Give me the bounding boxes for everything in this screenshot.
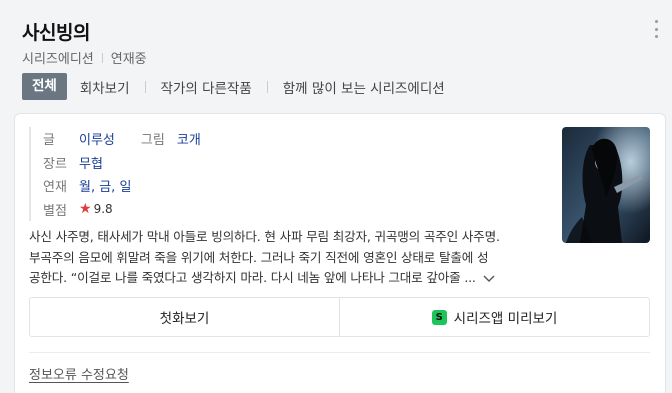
rating-label: 별점	[43, 203, 67, 219]
genre-link[interactable]: 무협	[79, 153, 103, 172]
info-list: 글 이루성 그림 코개 장르 무협 연재 월, 금, 일 별점 ★ 9.8	[29, 127, 549, 221]
first-episode-button[interactable]: 첫화보기	[30, 298, 339, 336]
genre-label: 장르	[43, 156, 67, 172]
tab-bar: 전체 회차보기 작가의 다른작품 함께 많이 보는 시리즈에디션	[22, 73, 445, 100]
schedule-row: 연재 월, 금, 일	[43, 174, 549, 198]
genre-row: 장르 무협	[43, 151, 549, 175]
tab-divider	[266, 80, 268, 93]
artist-label: 그림	[140, 133, 165, 149]
series-app-icon: S	[431, 309, 447, 325]
first-episode-label: 첫화보기	[159, 311, 210, 327]
star-icon: ★	[79, 201, 92, 218]
synopsis[interactable]: 사신 사주명, 태사세가 막내 아들로 빙의하다. 현 사파 무림 최강자, 귀…	[29, 227, 554, 289]
artist-link[interactable]: 코개	[177, 129, 201, 148]
synopsis-line: 사신 사주명, 태사세가 막내 아들로 빙의하다. 현 사파 무림 최강자, 귀…	[29, 229, 500, 244]
tab-divider	[144, 80, 146, 93]
page: 사신빙의 시리즈에디션 연재중 전체 회차보기 작가의 다른작품 함께 많이 보…	[0, 0, 672, 393]
writer-label: 글	[43, 133, 55, 149]
category-label: 시리즈에디션	[22, 52, 94, 67]
more-vertical-icon[interactable]	[652, 20, 660, 38]
writer-link[interactable]: 이루성	[79, 129, 115, 148]
action-buttons: 첫화보기 S 시리즈앱 미리보기	[29, 297, 650, 337]
meta-divider	[101, 52, 103, 63]
chevron-down-icon[interactable]	[482, 274, 496, 284]
status-label: 연재중	[110, 52, 147, 67]
rating-row: 별점 ★ 9.8	[43, 198, 549, 222]
tab-all[interactable]: 전체	[22, 73, 67, 100]
synopsis-line-text: 공한다. “이걸로 나를 죽였다고 생각하지 마라. 다시 네놈 앞에 나타나 …	[29, 270, 476, 285]
tab-episodes[interactable]: 회차보기	[80, 77, 130, 97]
app-preview-button[interactable]: S 시리즈앱 미리보기	[339, 298, 649, 336]
app-preview-label: 시리즈앱 미리보기	[453, 311, 558, 327]
schedule-label: 연재	[43, 180, 67, 196]
series-meta: 시리즈에디션 연재중	[22, 48, 147, 67]
credit-row: 글 이루성 그림 코개	[43, 127, 549, 151]
cover-image[interactable]	[562, 127, 650, 243]
report-error-link[interactable]: 정보오류 수정요청	[29, 364, 129, 383]
divider	[29, 352, 650, 353]
page-title: 사신빙의	[22, 22, 90, 44]
synopsis-line-last: 공한다. “이걸로 나를 죽였다고 생각하지 마라. 다시 네놈 앞에 나타나 …	[29, 268, 554, 289]
tab-other-works[interactable]: 작가의 다른작품	[161, 77, 252, 97]
synopsis-line: 부곡주의 음모에 휘말려 죽을 위기에 처한다. 그러나 죽기 직전에 영혼인 …	[29, 249, 489, 265]
tab-related-series[interactable]: 함께 많이 보는 시리즈에디션	[283, 77, 445, 97]
rating-value: 9.8	[93, 202, 113, 217]
schedule-value: 월, 금, 일	[79, 180, 132, 196]
